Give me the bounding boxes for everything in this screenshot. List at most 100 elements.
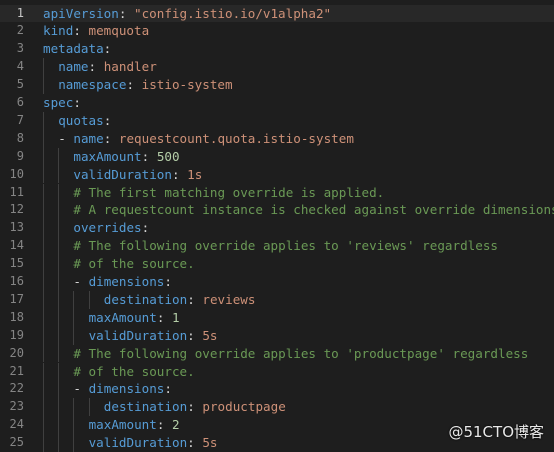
code-token: dimensions [88, 274, 165, 289]
code-text: - dimensions: [73, 273, 172, 291]
code-token: validDuration [88, 327, 188, 343]
code-token: productpage [202, 399, 286, 415]
indent-guide [43, 58, 44, 77]
code-line[interactable]: 13 overrides: [0, 219, 554, 238]
code-text: - name: requestcount.quota.istio-system [58, 130, 354, 148]
code-token: destination [103, 291, 188, 307]
code-token: reviews [202, 291, 256, 307]
code-line[interactable]: 15 # of the source. [0, 255, 554, 273]
code-line[interactable]: 21 # of the source. [0, 362, 554, 381]
indent-guide [58, 434, 60, 452]
code-text: maxAmount: 2 [89, 416, 180, 434]
line-number: 16 [9, 274, 24, 288]
code-text: # The following override applies to 'pro… [73, 345, 528, 363]
code-token: : [187, 399, 203, 415]
code-token: maxAmount [88, 309, 157, 325]
code-line[interactable]: 16 - dimensions: [0, 273, 554, 291]
indent-guide [43, 201, 44, 220]
code-token: : [164, 274, 172, 289]
code-text: # of the source. [73, 255, 194, 273]
line-number: 21 [9, 363, 24, 378]
code-token: : [164, 381, 172, 397]
indent-guide [43, 76, 44, 94]
code-token: : [103, 130, 119, 146]
indent-guide [88, 290, 90, 309]
code-line[interactable]: 18 maxAmount: 1 [0, 308, 554, 327]
indent-guide [43, 398, 44, 417]
indent-guide [58, 201, 60, 220]
code-token: : [126, 77, 142, 93]
code-line[interactable]: 20 # The following override applies to 'p… [0, 344, 554, 363]
code-token: # The first matching override is applied… [73, 184, 385, 200]
code-line[interactable]: 14 # The following override applies to 'r… [0, 237, 554, 256]
code-token: 1s [187, 166, 203, 182]
indent-guide [73, 308, 75, 327]
code-line[interactable]: 22 - dimensions: [0, 380, 554, 399]
code-text: validDuration: 5s [89, 327, 218, 345]
code-token: 5s [202, 435, 218, 451]
code-token: istio-system [141, 77, 233, 93]
code-line[interactable]: 23 destination: productpage [0, 398, 554, 417]
code-line[interactable]: 9 maxAmount: 500 [0, 147, 554, 166]
code-line[interactable]: 4 name: handler [0, 58, 554, 77]
code-token: : [187, 435, 203, 451]
code-token: : [141, 220, 150, 236]
indent-guide [58, 165, 60, 184]
code-token: name [58, 59, 89, 75]
line-number: 17 [9, 291, 24, 306]
code-line[interactable]: 19 validDuration: 5s [0, 326, 554, 345]
code-token: namespace [58, 77, 127, 93]
line-number: 15 [9, 256, 24, 271]
line-number: 1 [16, 5, 24, 20]
indent-guide [73, 290, 75, 309]
line-number: 3 [16, 41, 24, 56]
code-line[interactable]: 6 spec: [0, 94, 554, 112]
line-number: 18 [9, 309, 24, 324]
code-text: # The first matching override is applied… [73, 184, 384, 202]
code-token: : [156, 417, 173, 433]
code-token: requestcount.quota.istio-system [118, 130, 354, 146]
code-token: maxAmount [73, 148, 142, 164]
code-text: # The following override applies to 'rev… [73, 237, 498, 255]
code-line[interactable]: 1 apiVersion: "config.istio.io/v1alpha2" [0, 4, 554, 23]
indent-guide [58, 362, 60, 381]
code-text: spec: [43, 94, 81, 112]
code-token: "config.istio.io/v1alpha2" [134, 5, 332, 21]
code-line[interactable]: 10 validDuration: 1s [0, 165, 554, 184]
line-number: 24 [9, 417, 24, 432]
code-line[interactable]: 5 namespace: istio-system [0, 76, 554, 94]
code-line[interactable]: 17 destination: reviews [0, 290, 554, 309]
code-token: : [187, 327, 203, 343]
indent-guide [58, 183, 60, 202]
code-token: metadata [43, 41, 104, 57]
code-text: quotas: [58, 112, 111, 130]
line-number: 14 [9, 238, 24, 253]
code-text: # of the source. [73, 363, 194, 381]
code-editor[interactable]: 1 apiVersion: "config.istio.io/v1alpha2" 2… [0, 0, 554, 452]
code-token: : [103, 112, 112, 128]
code-line[interactable]: 8 - name: requestcount.quota.istio-system [0, 129, 554, 148]
line-number: 8 [16, 130, 24, 145]
line-number: 25 [9, 435, 24, 450]
indent-guide [58, 326, 60, 345]
code-text: validDuration: 1s [73, 166, 202, 184]
indent-guide [43, 326, 44, 345]
code-line[interactable]: 7 quotas: [0, 111, 554, 130]
code-token: # A requestcount instance is checked aga… [73, 202, 554, 218]
indent-guide [58, 398, 60, 417]
code-line[interactable]: 12 # A requestcount instance is checked a… [0, 201, 554, 220]
indent-guide [73, 434, 75, 452]
indent-guide [58, 380, 60, 399]
code-line[interactable]: 11 # The first matching override is appli… [0, 183, 554, 202]
code-line[interactable]: 3 metadata: [0, 40, 554, 58]
code-token: # of the source. [73, 256, 195, 272]
code-text: maxAmount: 500 [73, 148, 179, 166]
code-token: spec [43, 95, 74, 110]
code-text: name: handler [58, 58, 157, 76]
code-token: # The following override applies to 'rev… [73, 238, 498, 254]
code-line[interactable]: 2 kind: memquota [0, 22, 554, 40]
line-number: 22 [9, 381, 24, 396]
indent-guide [43, 308, 44, 327]
indent-guide [43, 237, 44, 256]
indent-guide [73, 416, 75, 435]
